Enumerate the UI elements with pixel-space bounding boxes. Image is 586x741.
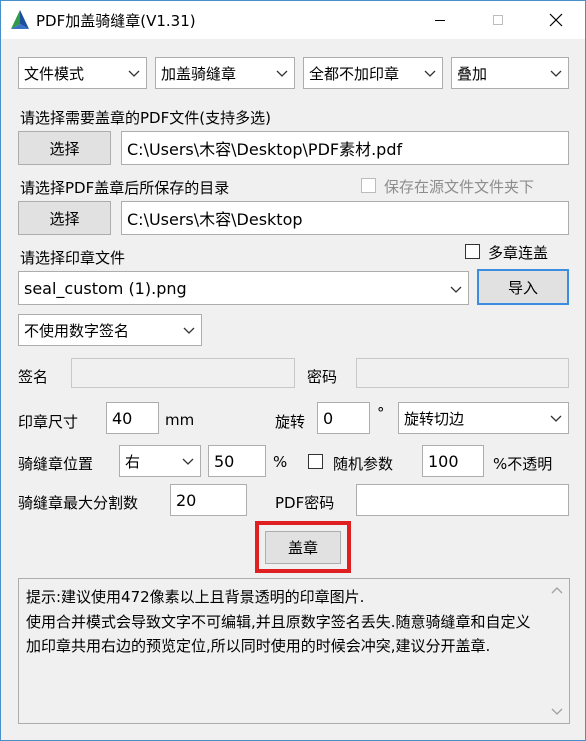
seal-file-label: 请选择印章文件 [20, 249, 126, 267]
chevron-down-icon [276, 70, 288, 77]
percent-unit: % [273, 453, 288, 471]
random-params-checkbox[interactable] [308, 454, 323, 469]
title-bar[interactable]: PDF加盖骑缝章(V1.31) [1, 1, 585, 39]
seam-position-label: 骑缝章位置 [18, 455, 94, 473]
chevron-down-icon [128, 70, 140, 77]
chevron-down-icon [424, 70, 436, 77]
import-seal-button[interactable]: 导入 [477, 269, 569, 305]
digital-signature-select-value: 不使用数字签名 [24, 321, 130, 340]
rotate-field[interactable]: 0 [317, 402, 370, 434]
chevron-down-icon [183, 327, 195, 334]
signature-password-field [356, 358, 569, 388]
seam-percent-field[interactable]: 50 [208, 445, 266, 477]
close-button[interactable] [533, 1, 579, 39]
select-pdf-button[interactable]: 选择 [18, 131, 111, 165]
maximize-icon [493, 15, 503, 25]
chevron-down-icon [550, 70, 562, 77]
pdf-password-label: PDF密码 [275, 494, 335, 512]
output-dir-label: 请选择PDF盖章后所保存的目录 [20, 179, 230, 197]
layer-select-value: 叠加 [457, 64, 488, 83]
pdf-password-field[interactable] [356, 484, 569, 516]
signature-password-label: 密码 [307, 368, 338, 386]
stamp-type-select-value: 加盖骑缝章 [161, 64, 237, 83]
seal-file-select-value: seal_custom (1).png [24, 278, 187, 298]
rotate-mode-select[interactable]: 旋转切边 [398, 402, 569, 434]
hint-text: 提示:建议使用472像素以上且背景透明的印章图片. 使用合并模式会导致文字不可编… [26, 588, 531, 655]
maximize-button [475, 1, 521, 39]
stamp-size-field[interactable]: 40 [106, 402, 159, 434]
stamp-size-label: 印章尺寸 [18, 413, 79, 431]
select-output-dir-button[interactable]: 选择 [18, 201, 111, 235]
stamp-button[interactable]: 盖章 [265, 531, 341, 564]
scroll-down-icon[interactable] [551, 707, 563, 717]
layer-select[interactable]: 叠加 [451, 57, 569, 89]
opacity-field[interactable]: 100 [422, 445, 484, 477]
close-icon [549, 13, 563, 27]
minimize-button[interactable] [417, 1, 463, 39]
digital-signature-select[interactable]: 不使用数字签名 [18, 314, 202, 346]
opacity-unit: %不透明 [493, 455, 553, 473]
chevron-down-icon [550, 415, 562, 422]
signer-label: 签名 [18, 368, 49, 386]
output-dir-path-field[interactable]: C:\Users\木容\Desktop [121, 201, 569, 235]
degree-unit: ° [377, 404, 385, 422]
app-window: PDF加盖骑缝章(V1.31) 文件模式 加盖骑缝章 全都不加印章 叠加 请选择… [0, 0, 586, 741]
scroll-up-icon[interactable] [551, 585, 563, 595]
rotate-label: 旋转 [275, 413, 306, 431]
random-params-label: 随机参数 [333, 455, 394, 473]
seam-side-select-value: 右 [125, 452, 141, 471]
max-split-label: 骑缝章最大分割数 [18, 494, 139, 512]
window-title: PDF加盖骑缝章(V1.31) [36, 12, 196, 30]
minimize-icon [435, 20, 445, 21]
apply-scope-select[interactable]: 全都不加印章 [303, 57, 443, 89]
multi-seal-label: 多章连盖 [488, 244, 549, 262]
signer-field [71, 358, 295, 388]
save-in-source-label: 保存在源文件文件夹下 [384, 178, 535, 196]
multi-seal-checkbox[interactable] [465, 244, 480, 259]
mode-select-value: 文件模式 [24, 64, 85, 83]
max-split-field[interactable]: 20 [170, 484, 247, 516]
rotate-mode-select-value: 旋转切边 [404, 409, 465, 428]
mode-select[interactable]: 文件模式 [18, 57, 147, 89]
stamp-type-select[interactable]: 加盖骑缝章 [155, 57, 295, 89]
stamp-size-unit: mm [165, 411, 195, 429]
seal-file-select[interactable]: seal_custom (1).png [18, 271, 469, 305]
pdf-file-label: 请选择需要盖章的PDF文件(支持多选) [20, 109, 271, 127]
chevron-down-icon [182, 458, 194, 465]
pdf-file-path-field[interactable]: C:\Users\木容\Desktop\PDF素材.pdf [121, 131, 569, 165]
hint-textarea[interactable]: 提示:建议使用472像素以上且背景透明的印章图片. 使用合并模式会导致文字不可编… [18, 578, 570, 724]
seam-side-select[interactable]: 右 [119, 445, 201, 477]
chevron-down-icon [450, 286, 462, 293]
app-logo-icon [11, 10, 29, 29]
apply-scope-select-value: 全都不加印章 [309, 64, 400, 83]
save-in-source-checkbox [361, 178, 376, 193]
